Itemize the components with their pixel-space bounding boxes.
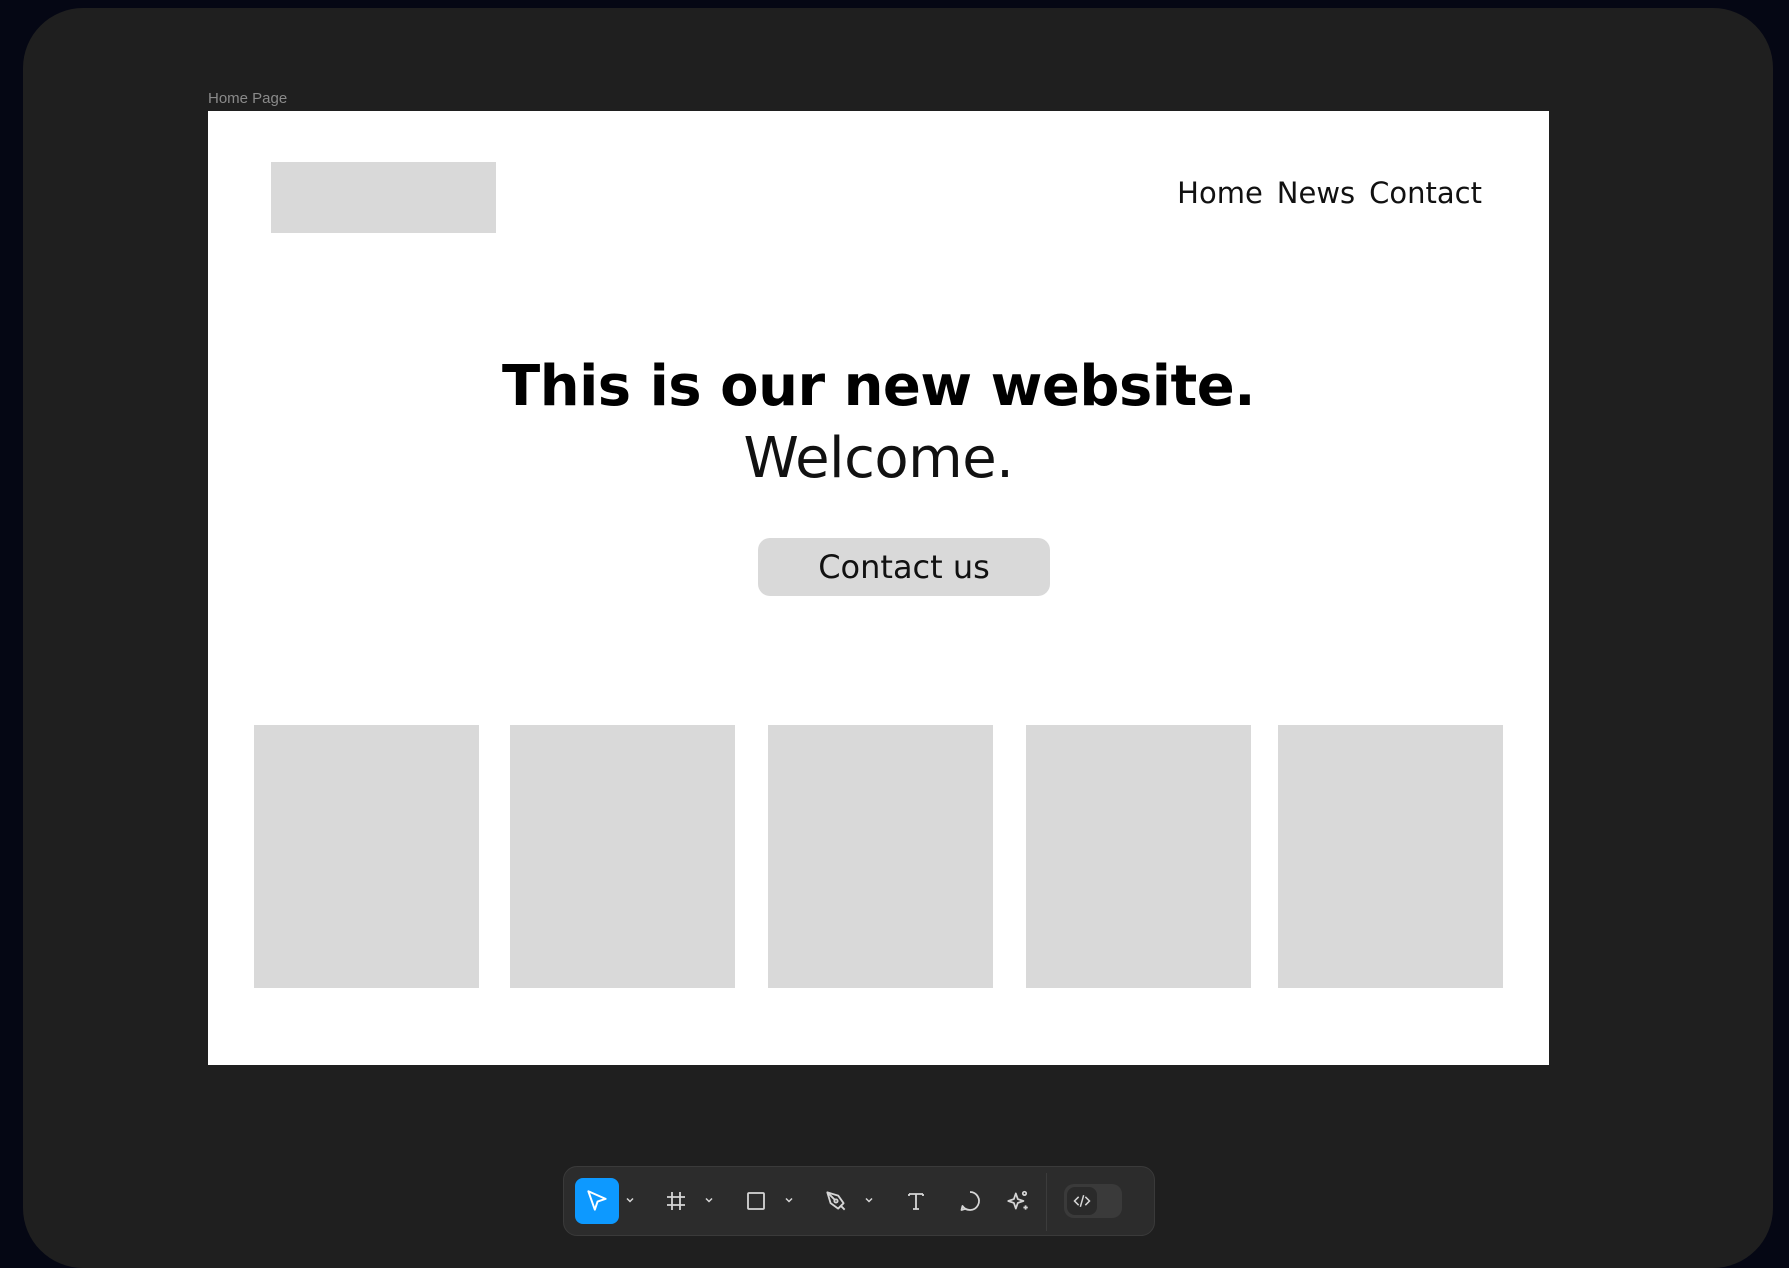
card-placeholder[interactable] [1278, 725, 1503, 988]
bottom-toolbar [563, 1166, 1155, 1236]
comment-icon [960, 1191, 980, 1211]
chevron-down-icon[interactable] [704, 1195, 714, 1205]
card-placeholder[interactable] [768, 725, 993, 988]
hero-section: This is our new website. Welcome. [208, 351, 1549, 495]
card-row [208, 725, 1549, 988]
logo-placeholder[interactable] [271, 162, 496, 233]
move-tool-button[interactable] [575, 1178, 619, 1224]
hero-title[interactable]: This is our new website. [208, 351, 1549, 423]
rectangle-icon [747, 1192, 765, 1210]
card-placeholder[interactable] [510, 725, 735, 988]
toolbar-divider [1046, 1173, 1047, 1231]
comment-tool-button[interactable] [948, 1178, 992, 1224]
actions-sparkle-icon [1007, 1190, 1028, 1210]
top-nav: Home News Contact [1177, 176, 1482, 210]
code-icon [1073, 1194, 1091, 1208]
nav-item-contact[interactable]: Contact [1369, 176, 1482, 210]
chevron-down-icon[interactable] [625, 1195, 635, 1205]
hero-subtitle[interactable]: Welcome. [208, 423, 1549, 495]
pen-icon [826, 1191, 846, 1211]
move-pointer-icon [587, 1190, 607, 1211]
app-window: Home Page Home News Contact This is our … [23, 8, 1773, 1268]
dev-mode-toggle[interactable] [1064, 1184, 1122, 1218]
pen-tool-button[interactable] [814, 1178, 858, 1224]
chevron-down-icon[interactable] [864, 1195, 874, 1205]
text-icon [908, 1193, 924, 1210]
home-page-frame[interactable]: Home News Contact This is our new websit… [208, 111, 1549, 1065]
frame-label[interactable]: Home Page [208, 90, 287, 107]
nav-item-news[interactable]: News [1277, 176, 1355, 210]
nav-item-home[interactable]: Home [1177, 176, 1263, 210]
card-placeholder[interactable] [1026, 725, 1251, 988]
text-tool-button[interactable] [894, 1178, 938, 1224]
actions-tool-button[interactable] [996, 1178, 1040, 1224]
rectangle-tool-button[interactable] [734, 1178, 778, 1224]
frame-tool-button[interactable] [654, 1178, 698, 1224]
card-placeholder[interactable] [254, 725, 479, 988]
frame-hash-icon [667, 1192, 685, 1210]
dev-mode-toggle-knob [1067, 1187, 1097, 1215]
chevron-down-icon[interactable] [784, 1195, 794, 1205]
contact-us-button[interactable]: Contact us [758, 538, 1050, 596]
